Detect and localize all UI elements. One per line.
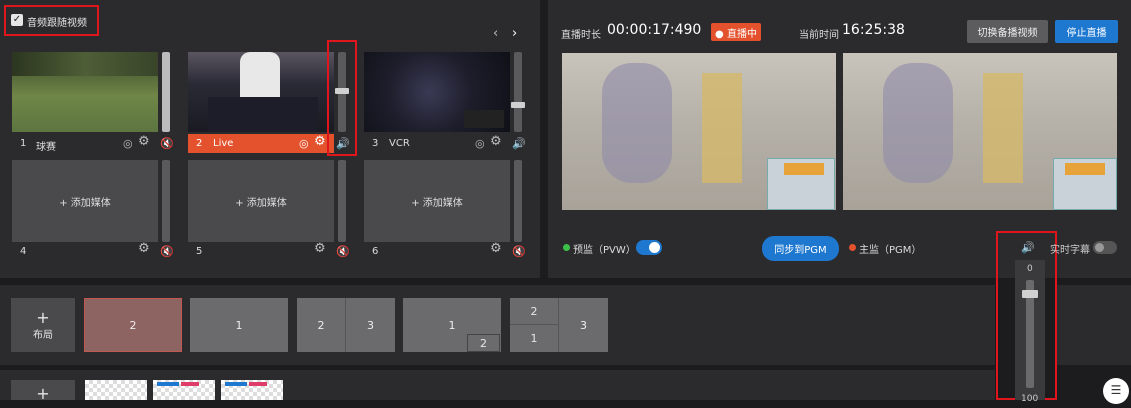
source-2-target-icon[interactable]: ◎	[299, 138, 309, 150]
slot-5-volume-slider[interactable]	[338, 160, 346, 242]
add-layout-button[interactable]: + 布局	[11, 298, 75, 352]
add-overlay-button[interactable]: +	[11, 380, 75, 403]
switch-backup-button[interactable]: 切换备播视频	[967, 20, 1048, 43]
master-volume-icon[interactable]: 🔊	[1021, 242, 1035, 254]
overlay-panel	[0, 370, 995, 400]
preview-video	[562, 53, 836, 210]
slot-4-mute-icon[interactable]: 🔇	[160, 246, 174, 258]
live-badge: ● 直播中	[711, 23, 761, 41]
sync-to-pgm-button[interactable]: 同步到PGM	[762, 236, 839, 261]
preview-toggle[interactable]	[636, 240, 662, 255]
slot-4-gear-icon[interactable]: ⚙	[138, 242, 150, 255]
slot-4-index: 4	[20, 246, 27, 257]
layout-split-right[interactable]: 3	[346, 298, 395, 352]
source-3-volume-knob[interactable]	[511, 102, 525, 108]
source-1-volume-slider[interactable]	[162, 52, 170, 132]
live-subtitle-label: 实时字幕	[1050, 245, 1090, 256]
source-3-index: 3	[372, 138, 379, 149]
next-page-icon[interactable]: ›	[512, 27, 517, 40]
prev-page-icon[interactable]: ‹	[493, 27, 498, 40]
overlay-thumb-3[interactable]	[221, 380, 283, 400]
current-time-value: 16:25:38	[842, 22, 905, 38]
slot-5-gear-icon[interactable]: ⚙	[314, 242, 326, 255]
program-video	[843, 53, 1117, 210]
source-1-mute-icon[interactable]: 🔇	[160, 138, 174, 150]
slot-5-mute-icon[interactable]: 🔇	[336, 246, 350, 258]
program-label: 主监（PGM）	[859, 245, 922, 256]
preview-dot-icon	[563, 244, 570, 251]
program-dot-icon	[849, 244, 856, 251]
source-2-volume-knob[interactable]	[335, 88, 349, 94]
source-2-volume-icon[interactable]: 🔊	[336, 138, 350, 150]
layout-single-1[interactable]: 1	[190, 298, 288, 352]
master-volume-knob[interactable]	[1022, 290, 1038, 298]
master-volume-bottom: 100	[1021, 394, 1039, 404]
source-2-name: Live	[213, 138, 234, 149]
overlay-thumb-1[interactable]	[85, 380, 147, 400]
layout-pip-inset[interactable]: 2	[467, 334, 500, 352]
slot-6-gear-icon[interactable]: ⚙	[490, 242, 502, 255]
stop-live-button[interactable]: 停止直播	[1055, 20, 1118, 43]
source-2-live-bar	[188, 134, 334, 153]
audio-follow-checkbox[interactable]: ✓	[11, 14, 23, 26]
audio-follow-label: 音频跟随视频	[27, 18, 87, 29]
duration-value: 00:00:17:490	[607, 22, 702, 38]
add-media-slot-5[interactable]: + 添加媒体	[188, 160, 334, 242]
layout-three-right[interactable]: 3	[559, 298, 608, 352]
layout-split-left[interactable]: 2	[297, 298, 346, 352]
live-subtitle-toggle[interactable]	[1093, 241, 1117, 254]
add-media-slot-6[interactable]: + 添加媒体	[364, 160, 510, 242]
add-media-slot-4[interactable]: + 添加媒体	[12, 160, 158, 242]
source-3-target-icon[interactable]: ◎	[475, 138, 485, 150]
layout-three-bottom[interactable]: 1	[510, 325, 559, 352]
source-1-target-icon[interactable]: ◎	[123, 138, 133, 150]
master-volume-top: 0	[1027, 264, 1033, 274]
preview-label: 预监（PVW）	[573, 245, 636, 256]
current-time-label: 当前时间	[799, 30, 839, 41]
source-3-gear-icon[interactable]: ⚙	[490, 135, 502, 148]
slot-6-volume-slider[interactable]	[514, 160, 522, 242]
source-3-name: VCR	[389, 138, 410, 149]
source-1-gear-icon[interactable]: ⚙	[138, 135, 150, 148]
source-3-volume-icon[interactable]: 🔊	[512, 138, 526, 150]
source-1-thumbnail[interactable]	[12, 52, 158, 132]
source-1-index: 1	[20, 138, 27, 149]
overlay-thumb-2[interactable]	[153, 380, 215, 400]
add-layout-plus: +	[36, 307, 50, 327]
slot-6-index: 6	[372, 246, 379, 257]
slot-5-index: 5	[196, 246, 203, 257]
layout-single-2[interactable]: 2	[84, 298, 182, 352]
slot-4-volume-slider[interactable]	[162, 160, 170, 242]
source-2-thumbnail[interactable]	[188, 52, 334, 132]
add-layout-label: 布局	[33, 329, 53, 341]
slot-6-mute-icon[interactable]: 🔇	[512, 246, 526, 258]
source-1-name: 球赛	[36, 142, 56, 153]
source-3-thumbnail[interactable]	[364, 52, 510, 132]
chat-icon[interactable]: ☰	[1103, 378, 1129, 404]
source-3-volume-slider[interactable]	[514, 52, 522, 132]
source-2-index: 2	[196, 138, 203, 149]
source-2-gear-icon[interactable]: ⚙	[314, 135, 326, 148]
layout-three-top[interactable]: 2	[510, 298, 559, 325]
duration-label: 直播时长	[561, 30, 601, 41]
